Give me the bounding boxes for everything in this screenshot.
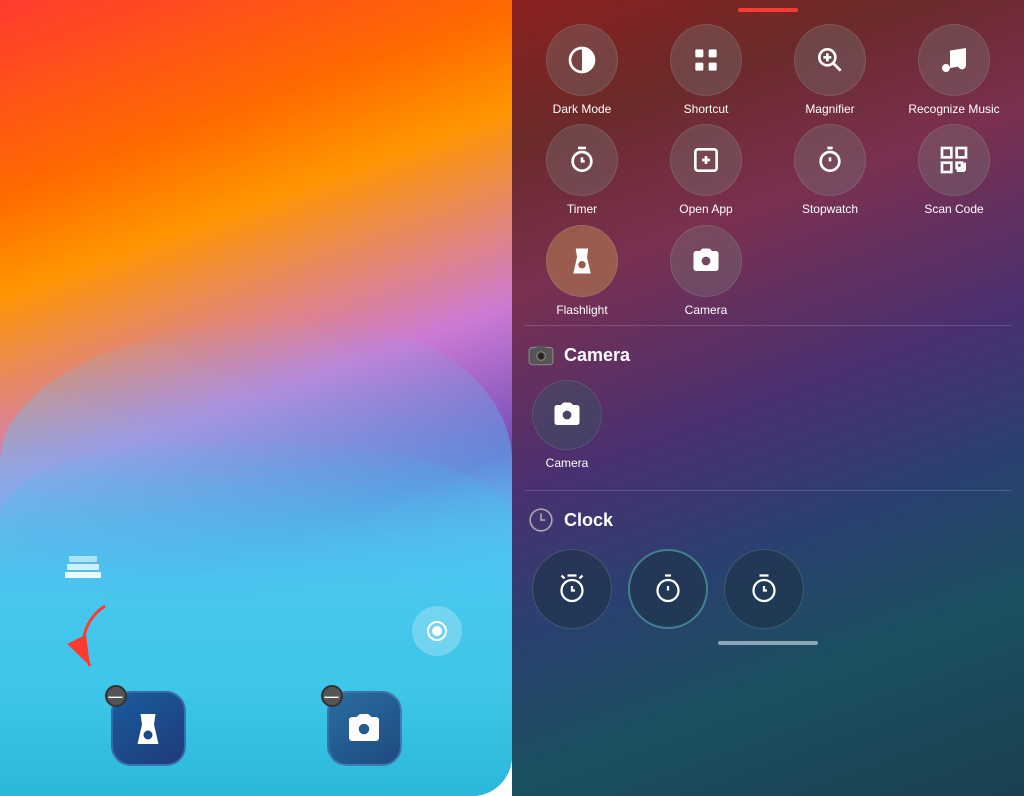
shortcut-stopwatch[interactable]: Stopwatch	[772, 124, 888, 216]
brightness-icon[interactable]	[412, 606, 462, 656]
red-arrow	[60, 596, 120, 676]
flashlight-minus-badge: —	[105, 685, 127, 707]
clock-section-header: Clock	[512, 499, 1024, 541]
stopwatch-label: Stopwatch	[802, 202, 858, 216]
open-app-label: Open App	[679, 202, 732, 216]
shortcut-camera[interactable]: Camera	[648, 225, 764, 317]
camera-sub-item[interactable]: Camera	[532, 380, 602, 470]
clock-section-title: Clock	[564, 510, 613, 531]
dock-area: — —	[0, 691, 512, 766]
flashlight-label: Flashlight	[556, 303, 607, 317]
shortcut-scan-code[interactable]: Scan Code	[896, 124, 1012, 216]
shortcut-flashlight[interactable]: Flashlight	[524, 225, 640, 317]
shortcut-grid-row2: Timer Open App Stopwatch	[512, 124, 1024, 216]
camera-section-header: Camera	[512, 334, 1024, 376]
camera-section-icon	[528, 342, 554, 368]
magnifier-label: Magnifier	[805, 102, 854, 116]
top-indicator	[738, 8, 798, 12]
shortcut-grid-row1: Dark Mode Shortcut	[512, 24, 1024, 116]
right-panel: Dark Mode Shortcut	[512, 0, 1024, 796]
alarm-icon-item[interactable]	[532, 549, 612, 629]
shortcut-recognize-music[interactable]: Recognize Music	[896, 24, 1012, 116]
shortcut-open-app[interactable]: Open App	[648, 124, 764, 216]
camera-shortcut-label: Camera	[685, 303, 728, 317]
scan-code-label: Scan Code	[924, 202, 983, 216]
dock-flashlight[interactable]: —	[111, 691, 186, 766]
stack-icon	[65, 556, 101, 586]
camera-section-title: Camera	[564, 345, 630, 366]
divider-2	[524, 490, 1012, 491]
camera-sub-label: Camera	[546, 456, 589, 470]
shortcut-timer[interactable]: Timer	[524, 124, 640, 216]
camera-sub-items: Camera	[512, 376, 1024, 482]
clock-section-icon	[528, 507, 554, 533]
left-panel: — —	[0, 0, 512, 796]
home-indicator	[718, 641, 818, 645]
shortcut-magnifier[interactable]: Magnifier	[772, 24, 888, 116]
shortcut-shortcut[interactable]: Shortcut	[648, 24, 764, 116]
recognize-music-label: Recognize Music	[908, 102, 999, 116]
stopwatch-icon-item[interactable]	[628, 549, 708, 629]
dock-camera[interactable]: —	[327, 691, 402, 766]
dark-mode-label: Dark Mode	[553, 102, 612, 116]
divider-1	[524, 325, 1012, 326]
clock-sub-items	[512, 541, 1024, 637]
shortcut-dark-mode[interactable]: Dark Mode	[524, 24, 640, 116]
timer-icon-item[interactable]	[724, 549, 804, 629]
camera-minus-badge: —	[321, 685, 343, 707]
timer-label: Timer	[567, 202, 597, 216]
shortcut-label: Shortcut	[684, 102, 729, 116]
